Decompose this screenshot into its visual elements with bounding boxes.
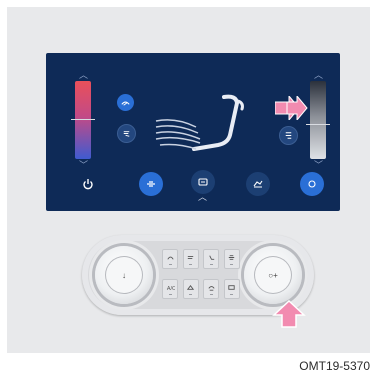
rear-airflow-icon [285, 132, 292, 139]
feet-vent-icon [209, 255, 215, 260]
figure-frame: ︿ ﹀ ︿ ﹀ ︿ ↓ ○+ A/C [7, 7, 370, 353]
defrost-icon [229, 255, 235, 260]
svg-text:A/C: A/C [166, 286, 174, 292]
power-icon [83, 179, 93, 190]
panel-button-ac[interactable]: A/C [162, 279, 178, 299]
figure-caption: OMT19-5370 [299, 359, 370, 373]
panel-button-face[interactable] [182, 249, 199, 269]
ac-small-icon: A/C [166, 286, 174, 292]
panel-button-rear-defrost[interactable] [223, 279, 240, 299]
sync-button[interactable] [300, 172, 324, 196]
panel-button-windshield[interactable] [162, 249, 178, 269]
right-temp-down-chevron[interactable]: ﹀ [314, 161, 323, 170]
climate-display: ︿ ﹀ ︿ ﹀ ︿ [46, 53, 340, 211]
right-temperature-bar[interactable] [306, 81, 330, 159]
highlight-arrow-icon [275, 96, 308, 120]
ac-button[interactable] [139, 172, 163, 196]
right-knob-center[interactable]: ○+ [255, 257, 291, 293]
right-temp-marker [306, 124, 330, 125]
left-knob-label: ↓ [122, 270, 126, 280]
power-button[interactable] [76, 172, 100, 196]
rear-defrost-icon [228, 285, 236, 290]
left-temp-down-chevron[interactable]: ﹀ [79, 161, 88, 170]
seat-airflow-illustration [155, 94, 244, 151]
right-knob[interactable]: ○+ [244, 246, 302, 304]
windshield-airflow-icon [121, 101, 130, 106]
recirculation-button[interactable] [246, 172, 270, 196]
fan-icon [198, 178, 208, 186]
sync-icon [308, 180, 316, 188]
face-airflow-icon [123, 131, 130, 137]
panel-button-front-defrost[interactable] [203, 279, 220, 299]
panel-button-recirc[interactable] [182, 279, 199, 299]
face-airflow-button[interactable] [117, 124, 136, 143]
windshield-airflow-button[interactable] [117, 94, 134, 111]
panel-button-defrost[interactable] [223, 249, 240, 269]
front-defrost-icon [208, 286, 215, 291]
recirc-small-icon [187, 284, 195, 290]
recirculation-icon [253, 180, 263, 188]
left-knob-center[interactable]: ↓ [106, 257, 142, 293]
left-knob[interactable]: ↓ [95, 246, 153, 304]
highlight-up-arrow-icon [272, 299, 306, 328]
panel-top-button-row [162, 249, 240, 271]
left-temperature-bar[interactable] [71, 81, 95, 159]
left-temp-marker [71, 119, 95, 120]
windshield-icon [166, 256, 174, 260]
rear-airflow-button[interactable] [279, 126, 298, 145]
right-temp-up-chevron[interactable]: ︿ [314, 71, 323, 80]
panel-bottom-button-row: A/C [162, 279, 240, 301]
ac-icon [147, 181, 155, 187]
left-temp-up-chevron[interactable]: ︿ [79, 71, 88, 80]
panel-button-feet[interactable] [203, 249, 220, 269]
right-knob-label: ○+ [268, 270, 278, 280]
fan-chevron-icon: ︿ [198, 192, 208, 202]
fan-button[interactable] [191, 170, 215, 194]
face-vent-icon [187, 256, 194, 259]
